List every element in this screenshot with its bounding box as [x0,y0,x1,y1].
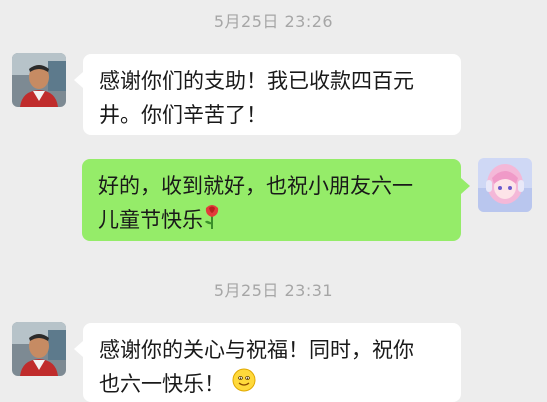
timestamp: 5月25日 23:31 [213,281,334,300]
message-line: 感谢你的关心与祝福！同时，祝你 [99,338,414,362]
received-message-bubble[interactable]: 感谢你的关心与祝福！同时，祝你 也六一快乐！ [83,323,461,402]
contact-avatar[interactable] [12,322,66,376]
timestamp: 5月25日 23:26 [213,12,334,31]
message-line: 好的，收到就好，也祝小朋友六一 [98,174,413,198]
message-line: 儿童节快乐 [98,208,203,232]
received-message-bubble[interactable]: 感谢你们的支助！我已收款四百元 井。你们辛苦了！ [83,54,461,135]
message-line: 感谢你们的支助！我已收款四百元 [99,69,414,93]
anime-girl-avatar-icon [478,158,532,212]
bubble-tail [461,178,470,194]
bubble-tail [74,341,83,357]
self-avatar[interactable] [478,158,532,212]
rose-emoji-icon [203,203,221,239]
message-line: 也六一快乐！ [99,372,225,396]
man-avatar-icon [12,322,66,376]
bubble-tail [74,72,83,88]
message-line: 井。你们辛苦了！ [99,103,267,127]
sent-message-bubble[interactable]: 好的，收到就好，也祝小朋友六一 儿童节快乐 [82,159,461,241]
contact-avatar[interactable] [12,53,66,107]
man-avatar-icon [12,53,66,107]
smile-emoji-icon [232,368,256,402]
